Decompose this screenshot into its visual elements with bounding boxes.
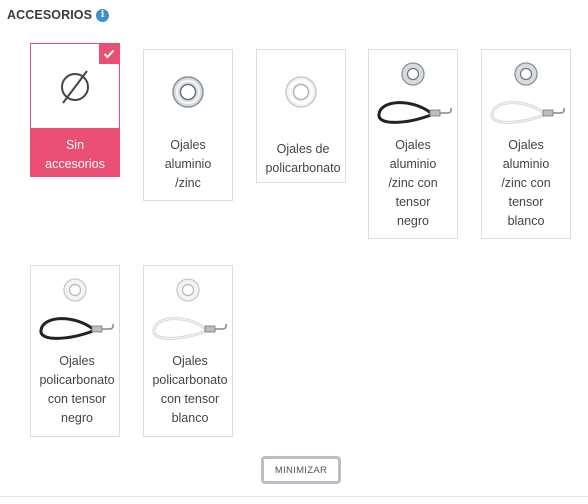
checkmark-icon <box>99 44 119 64</box>
option-ojales-aluminio-zinc[interactable]: Ojales aluminio /zinc <box>143 49 233 201</box>
option-label: Sin accesorios <box>45 138 105 171</box>
option-sin-accesorios[interactable]: Sin accesorios <box>30 43 120 177</box>
option-label: Ojales aluminio /zinc con tensor negro <box>388 138 438 228</box>
option-image <box>144 50 232 134</box>
minimize-button[interactable]: MINIMIZAR <box>261 456 341 484</box>
option-ojales-policarbonato-tensor-blanco[interactable]: Ojales policarbonato con tensor blanco <box>143 265 233 437</box>
option-label: Ojales policarbonato con tensor blanco <box>152 354 228 425</box>
option-label: Ojales policarbonato con tensor negro <box>39 354 115 425</box>
option-ojales-policarbonato-tensor-negro[interactable]: Ojales policarbonato con tensor negro <box>30 265 120 437</box>
option-label: Ojales de policarbonato <box>265 142 341 175</box>
grommet-metal-black-tensor-icon <box>377 62 452 124</box>
info-icon[interactable]: i <box>96 8 110 22</box>
grommet-metal-icon <box>172 76 204 108</box>
accessories-header: ACCESORIOS i <box>7 8 110 22</box>
option-label: Ojales aluminio /zinc con tensor blanco <box>501 138 551 228</box>
option-ojales-aluminio-tensor-negro[interactable]: Ojales aluminio /zinc con tensor negro <box>368 49 458 239</box>
option-image <box>482 50 570 134</box>
option-image <box>144 266 232 350</box>
option-image <box>369 50 457 134</box>
option-image <box>31 44 119 128</box>
bottom-divider <box>0 496 588 497</box>
empty-set-icon <box>61 70 89 104</box>
option-image <box>257 50 345 134</box>
section-title: ACCESORIOS <box>7 8 93 22</box>
grommet-clear-black-tensor-icon <box>39 278 114 340</box>
grommet-clear-icon <box>285 76 317 108</box>
option-label: Ojales aluminio /zinc <box>164 138 212 190</box>
grommet-metal-white-tensor-icon <box>490 62 565 124</box>
option-ojales-policarbonato[interactable]: Ojales de policarbonato <box>256 49 346 183</box>
grommet-clear-white-tensor-icon <box>152 278 227 340</box>
option-ojales-aluminio-tensor-blanco[interactable]: Ojales aluminio /zinc con tensor blanco <box>481 49 571 239</box>
option-image <box>31 266 119 350</box>
